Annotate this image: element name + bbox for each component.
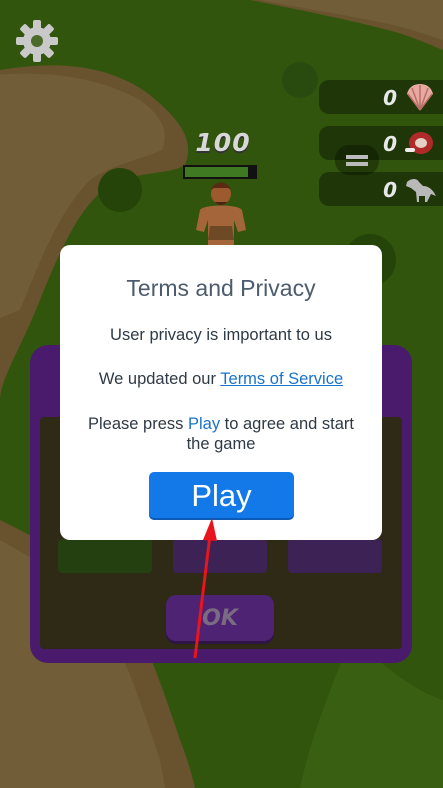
dialog-title: Terms and Privacy <box>126 275 316 301</box>
dinosaur-icon <box>406 179 436 202</box>
gear-icon[interactable] <box>14 18 60 64</box>
agree-text: Please press Play to agree and start the … <box>72 415 370 454</box>
updated-prefix: We updated our <box>98 370 221 388</box>
equal-sign-icon <box>335 145 379 175</box>
caveman-hero <box>196 182 246 246</box>
slot-3[interactable] <box>288 539 382 573</box>
shell-icon <box>407 84 433 111</box>
privacy-text: User privacy is important to us <box>110 326 332 344</box>
slot-2[interactable] <box>173 539 267 573</box>
shells-count: 0 <box>383 86 397 110</box>
ok-button[interactable]: OK <box>166 595 274 641</box>
hero-hp-number: 100 <box>195 128 251 157</box>
agree-line-end: the game <box>186 434 256 453</box>
terms-dialog: Terms and Privacy User privacy is import… <box>60 245 382 540</box>
dinosaurs-count: 0 <box>383 178 397 202</box>
resource-shells: 0 <box>319 80 443 114</box>
meat-count: 0 <box>383 132 397 156</box>
agree-suffix: to agree and start <box>220 415 354 433</box>
play-inline-word: Play <box>187 415 221 433</box>
resource-dinosaurs: 0 <box>319 172 443 206</box>
meat-icon <box>405 132 433 154</box>
agree-prefix: Please press <box>88 415 188 433</box>
terms-of-service-link[interactable]: Terms of Service <box>220 370 343 388</box>
play-button[interactable]: Play <box>149 472 294 518</box>
updated-text: We updated our Terms of Service <box>72 370 370 390</box>
hero-hp-bar <box>183 165 257 179</box>
slot-1[interactable] <box>58 539 152 573</box>
